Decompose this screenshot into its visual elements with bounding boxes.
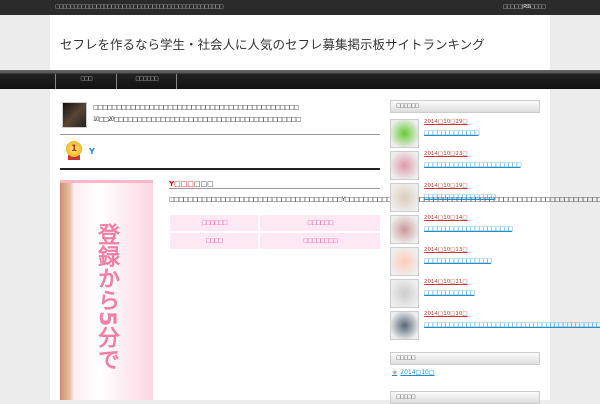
nav-item-2[interactable]: □□□□□□ <box>116 74 177 89</box>
post-title[interactable]: □□□□□□□□□□□□ <box>424 289 544 297</box>
intro-text: 10□□20□□□□□□□□□□□□□□□□□□□□□□□□□□□□□□□□□□… <box>93 116 301 123</box>
post-title[interactable]: □□□□□□□□□□□□□ <box>424 129 544 137</box>
site-description: □□□□□□□□□□□□□□□□□□□□□□□□□□□□□□□□□□□□□Y□□… <box>169 195 600 204</box>
intro-image <box>62 102 87 128</box>
nav-item-home[interactable]: □□□ <box>55 74 116 89</box>
top-bar: □□□□□□□□□□□□□□□□□□□□□□□□□□□□□□□□□□□□□□□□… <box>0 0 600 15</box>
site-name[interactable]: Y□□□ <box>169 180 194 188</box>
divider <box>60 168 380 170</box>
post-title[interactable]: □□□□□□□□□□□□□□□□□□□□□□□□□□□□□□□□□□□□□□□□… <box>424 321 600 329</box>
tagline: □□□□□□□□□□□□□□□□□□□□□□□□□□□□□□□□□□□□□□□□… <box>55 4 224 10</box>
post-thumbnail[interactable] <box>390 279 419 308</box>
post-thumbnail[interactable] <box>390 247 419 276</box>
site-info-table: □□□□□□ □□□□□□ □□□□ □□□□□□□□ <box>170 215 380 249</box>
medal-icon: 1 <box>66 141 82 157</box>
site-heading-rest: □□□ <box>193 180 214 188</box>
post-date[interactable]: 2014□10□11□ <box>424 279 468 285</box>
post-title[interactable]: □□□□□□□□□□□□□□□□□ <box>424 193 544 201</box>
table-cell: □□□□□□□□ <box>260 233 380 249</box>
bullet-icon: ◉ <box>392 369 398 376</box>
post-title[interactable]: □□□□□□□□□□□□□□□□□□□□□ <box>424 225 544 233</box>
post-thumbnail[interactable] <box>390 183 419 212</box>
post-date[interactable]: 2014□10□10□ <box>424 311 468 317</box>
post-date[interactable]: 2014□10□23□ <box>424 151 468 157</box>
post-thumbnail[interactable] <box>390 311 419 340</box>
top-links[interactable]: □□□□□ | RSS□□□□ <box>503 4 546 10</box>
table-cell: □□□□ <box>170 233 258 249</box>
widget-title-archive: □□□□□ <box>390 352 540 365</box>
post-thumbnail[interactable] <box>390 215 419 244</box>
site-title[interactable]: セフレを作るなら学生・社会人に人気のセフレ募集掲示板サイトランキング <box>60 34 485 53</box>
post-date[interactable]: 2014□10□13□ <box>424 247 468 253</box>
site-banner[interactable]: 登録から5分で <box>60 180 153 400</box>
widget-title-3: □□□□□ <box>390 391 540 404</box>
site-heading: Y□□□□□□ <box>169 180 380 189</box>
post-date[interactable]: 2014□10□19□ <box>424 183 468 189</box>
table-cell: □□□□□□ <box>260 215 380 231</box>
post-title[interactable]: □□□□□□□□□□□□□□□□□□□□□□□ <box>424 161 544 169</box>
archive-label: 2014□10□ <box>400 369 435 376</box>
archive-link[interactable]: ◉ 2014□10□ <box>392 369 435 376</box>
post-date[interactable]: 2014□10□14□ <box>424 215 468 221</box>
post-thumbnail[interactable] <box>390 151 419 180</box>
rank-site-name[interactable]: Y <box>89 147 95 156</box>
banner-text: 登録から5分で <box>94 223 119 371</box>
divider <box>60 134 380 135</box>
table-cell: □□□□□□ <box>170 215 258 231</box>
intro-text: □□□□□□□□□□□□□□□□□□□□□□□□□□□□□□□□□□□□□□□□… <box>93 104 299 111</box>
main-nav: □□□ □□□□□□ <box>0 70 600 89</box>
widget-title-recent: □□□□□□ <box>390 100 540 113</box>
post-title[interactable]: □□□□□□□□□□□□□□□□ <box>424 257 544 265</box>
post-thumbnail[interactable] <box>390 119 419 148</box>
post-date[interactable]: 2014□10□29□ <box>424 119 468 125</box>
